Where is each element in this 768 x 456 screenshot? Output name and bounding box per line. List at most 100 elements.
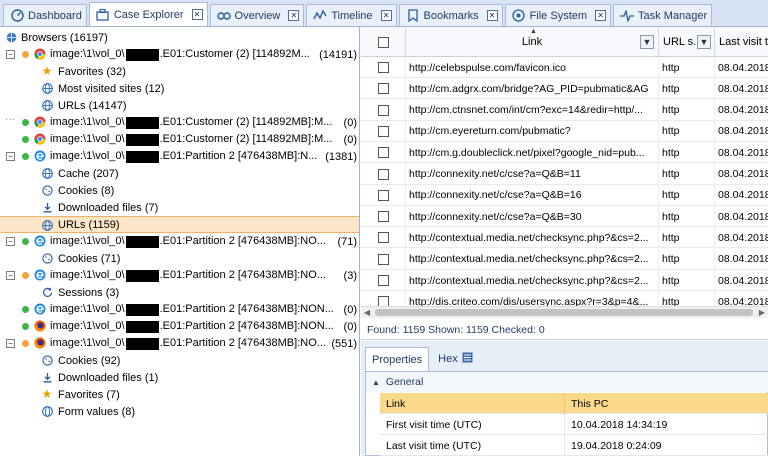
row-checkbox[interactable] [377, 62, 389, 73]
column-header-link[interactable]: ▲ Link ▼ [406, 27, 659, 57]
row-checkbox[interactable] [377, 83, 389, 95]
collapse-icon[interactable]: ▲ [372, 378, 380, 387]
firefox-icon [34, 337, 46, 349]
tree-node-artifact[interactable]: Most visited sites (12) [0, 80, 359, 97]
artifact-label: Sessions (3) [58, 286, 120, 299]
tab-task-manager[interactable]: Task Manager [613, 4, 713, 26]
cell-url-scheme: http [659, 227, 715, 249]
tab-case-explorer[interactable]: Case Explorer ✕ [88, 2, 208, 26]
collapse-toggle[interactable]: − [6, 50, 15, 59]
select-all-checkbox[interactable] [377, 36, 389, 48]
row-checkbox[interactable] [377, 232, 389, 244]
tree-node-artifact[interactable]: URLs (1159) [0, 216, 359, 233]
column-header-url-scheme[interactable]: URL s... ▼ [659, 27, 715, 57]
table-row[interactable]: http://celebspulse.com/favicon.ico http 08… [361, 57, 768, 78]
row-checkbox-cell [361, 206, 406, 228]
scrollbar-thumb[interactable] [375, 309, 753, 316]
browser-artifact-tree[interactable]: Browsers (16197) − image:\1\vol_0\ .E01:Cu… [0, 27, 360, 456]
column-label: Last visit t [719, 36, 768, 48]
collapse-toggle[interactable]: − [6, 271, 15, 280]
row-checkbox[interactable] [377, 275, 389, 286]
edge-icon [34, 269, 46, 281]
table-row[interactable]: http://connexity.net/c/cse?a=Q&B=16 http 0… [361, 184, 768, 206]
tree-node-image-source[interactable]: image:\1\vol_0\ .E01:Partition 2 [476438M… [0, 301, 359, 318]
scroll-left-icon[interactable]: ◀ [361, 307, 373, 319]
tree-node-artifact[interactable]: ★ Favorites (32) [0, 63, 359, 80]
filter-icon[interactable]: ▼ [697, 35, 711, 49]
table-row[interactable]: http://contextual.media.net/checksync.ph… [361, 270, 768, 291]
results-grid[interactable]: ▲ Link ▼ URL s... ▼ Last visit t http://… [361, 27, 768, 319]
tree-node-image-source[interactable]: image:\1\vol_0\ .E01:Customer (2) [114892… [0, 131, 359, 148]
row-checkbox[interactable] [377, 253, 389, 265]
file-system-icon [512, 9, 526, 23]
table-row[interactable]: http://connexity.net/c/cse?a=Q&B=11 http 0… [361, 163, 768, 185]
close-icon[interactable]: ✕ [486, 10, 498, 21]
cell-last-visit: 08.04.2018 [718, 274, 768, 287]
artifact-label: Most visited sites (12) [58, 82, 165, 95]
tree-node-artifact[interactable]: Cookies (92) [0, 352, 359, 369]
group-general[interactable]: ▲ General [366, 372, 768, 392]
tree-node-image-source[interactable]: − image:\1\vol_0\ .E01:Partition 2 [476438… [0, 335, 359, 352]
property-row[interactable]: Link This PC [380, 393, 768, 414]
collapse-toggle[interactable]: − [6, 339, 15, 348]
row-checkbox[interactable] [377, 211, 389, 223]
redaction-bar [125, 320, 159, 333]
table-row[interactable]: http://contextual.media.net/checksync.ph… [361, 248, 768, 270]
tab-label: Case Explorer [113, 8, 184, 21]
tab-dashboard[interactable]: Dashboard [3, 4, 87, 26]
tree-node-artifact[interactable]: Downloaded files (7) [0, 199, 359, 216]
tab-file-system[interactable]: File System ✕ [504, 4, 612, 26]
group-label: General [385, 376, 424, 388]
tab-overview[interactable]: Overview ✕ [209, 4, 305, 26]
scroll-right-icon[interactable]: ▶ [756, 307, 768, 319]
tree-node-artifact[interactable]: ★ Favorites (7) [0, 386, 359, 403]
close-icon[interactable]: ✕ [595, 10, 607, 21]
row-checkbox-cell [361, 248, 406, 270]
cell-url-scheme: http [659, 120, 715, 142]
tree-root-browsers[interactable]: Browsers (16197) [0, 29, 359, 46]
row-checkbox[interactable] [377, 168, 389, 180]
row-checkbox[interactable] [377, 104, 389, 116]
property-row[interactable]: Last visit time (UTC) 19.04.2018 0:24:09 [380, 435, 768, 456]
close-icon[interactable]: ✕ [380, 10, 392, 21]
table-row[interactable]: http://cm.adgrx.com/bridge?AG_PID=pubmat… [361, 78, 768, 100]
collapse-toggle[interactable]: − [6, 152, 15, 161]
table-row[interactable]: http://cm.eyereturn.com/pubmatic? http 08.… [361, 120, 768, 142]
tab-hex[interactable]: Hex [432, 347, 479, 371]
tab-bookmarks[interactable]: Bookmarks ✕ [398, 4, 503, 26]
row-checkbox[interactable] [377, 189, 389, 201]
tree-node-artifact[interactable]: Form values (8) [0, 403, 359, 420]
tree-node-artifact[interactable]: Cache (207) [0, 165, 359, 182]
download-icon [41, 201, 53, 213]
tree-node-image-source[interactable]: − image:\1\vol_0\ .E01:Partition 2 [476438… [0, 267, 359, 284]
cell-link: http://contextual.media.net/checksync.ph… [406, 270, 659, 291]
tree-node-image-source[interactable]: image:\1\vol_0\ .E01:Partition 2 [476438M… [0, 318, 359, 335]
horizontal-scrollbar[interactable]: ◀ ▶ [361, 306, 768, 318]
column-header-last-visit[interactable]: Last visit t [715, 27, 768, 57]
collapse-toggle[interactable]: − [6, 237, 15, 246]
tree-node-image-source[interactable]: − image:\1\vol_0\ .E01:Partition 2 [476438… [0, 233, 359, 250]
tree-node-artifact[interactable]: Cookies (8) [0, 182, 359, 199]
tree-node-artifact[interactable]: Cookies (71) [0, 250, 359, 267]
close-icon[interactable]: ✕ [191, 9, 203, 20]
row-checkbox[interactable] [377, 125, 389, 137]
tree-node-image-source[interactable]: ··· image:\1\vol_0\ .E01:Customer (2) [114… [0, 114, 359, 131]
table-row[interactable]: http://connexity.net/c/cse?a=Q&B=30 http 0… [361, 206, 768, 228]
tree-node-image-source[interactable]: − image:\1\vol_0\ .E01:Partition 2 [476438… [0, 148, 359, 165]
tree-node-artifact[interactable]: Sessions (3) [0, 284, 359, 301]
tree-node-image-source[interactable]: − image:\1\vol_0\ .E01:Customer (2) [11489… [0, 46, 359, 63]
tab-properties[interactable]: Properties [365, 347, 430, 371]
table-row[interactable]: http://cm.ctnsnet.com/int/cm?exc=14&redi… [361, 99, 768, 121]
table-row[interactable]: http://contextual.media.net/checksync.ph… [361, 227, 768, 249]
filter-icon[interactable]: ▼ [640, 35, 654, 49]
table-row[interactable]: http://cm.g.doubleclick.net/pixel?google… [361, 142, 768, 164]
globe-icon [41, 219, 53, 231]
tab-label: Dashboard [28, 9, 82, 22]
property-row[interactable]: First visit time (UTC) 10.04.2018 14:34:1… [380, 414, 768, 435]
tree-node-artifact[interactable]: URLs (14147) [0, 97, 359, 114]
row-checkbox[interactable] [377, 147, 389, 159]
tab-timeline[interactable]: Timeline ✕ [306, 4, 397, 26]
tree-node-artifact[interactable]: Downloaded files (1) [0, 369, 359, 386]
document-tab-bar: Dashboard Case Explorer ✕ Overview ✕ Tim… [0, 0, 768, 27]
close-icon[interactable]: ✕ [288, 10, 300, 21]
